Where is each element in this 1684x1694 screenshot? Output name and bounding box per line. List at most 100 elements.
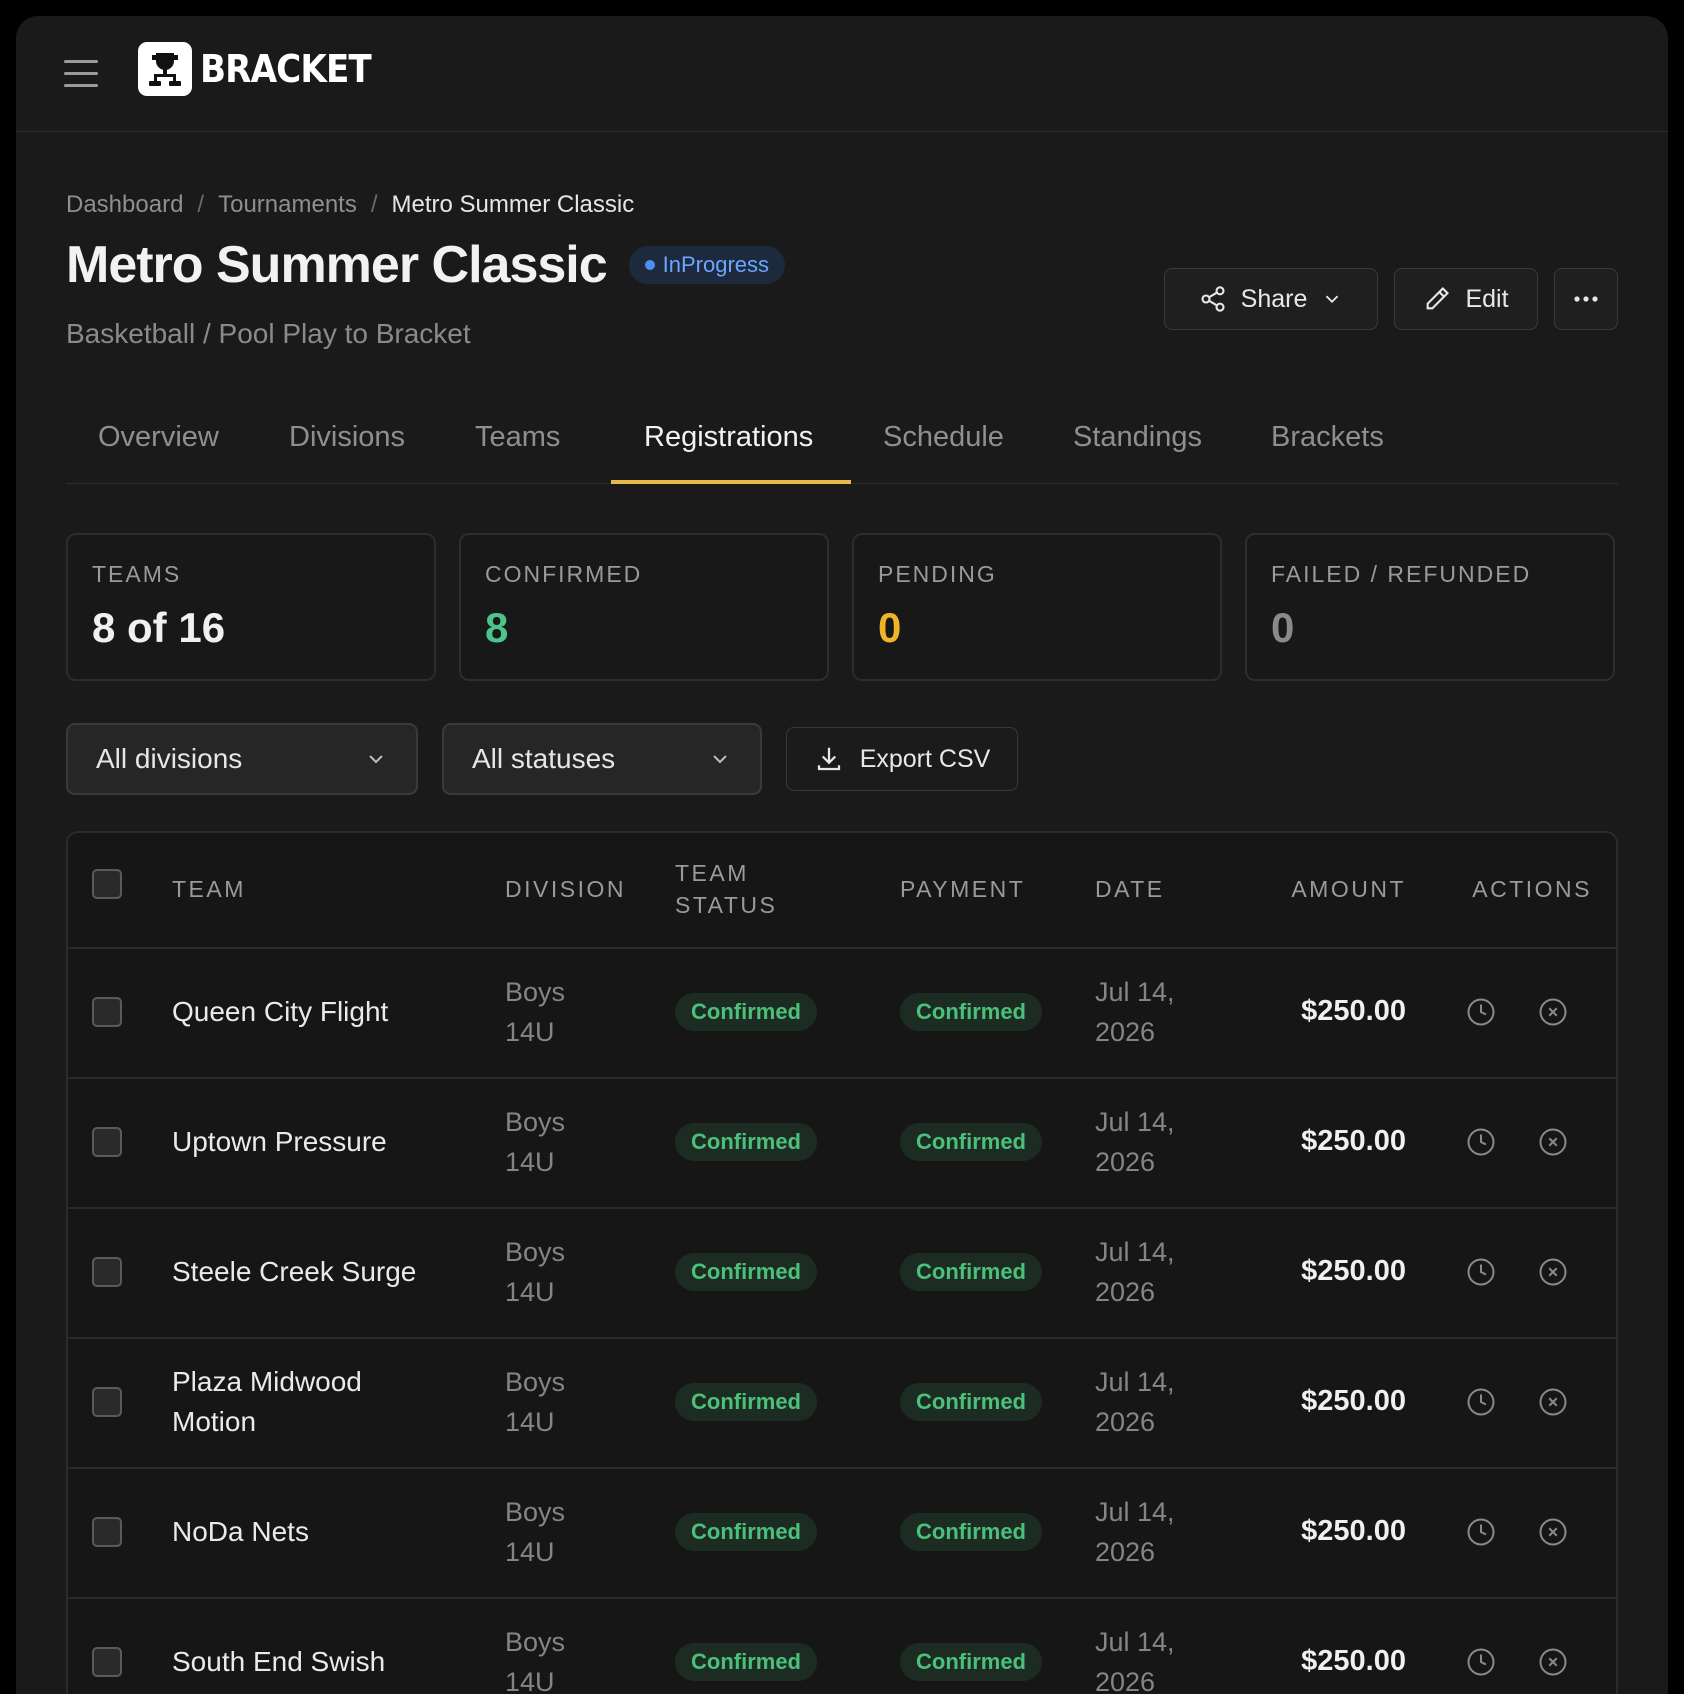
division-select[interactable]: All divisions — [66, 723, 418, 795]
team-name: Uptown Pressure — [172, 1122, 387, 1162]
share-button-label: Share — [1240, 284, 1308, 313]
x-circle-icon[interactable] — [1538, 1517, 1568, 1547]
stat-label: CONFIRMED — [485, 561, 643, 587]
tab-bar: Overview Divisions Teams Registrations S… — [66, 389, 1618, 484]
hamburger-icon[interactable] — [64, 60, 98, 90]
registration-date-line: 2026 — [1095, 1147, 1156, 1177]
x-circle-icon[interactable] — [1538, 997, 1568, 1027]
ellipsis-icon — [1574, 296, 1598, 302]
division-line: Boys — [505, 977, 566, 1007]
table-header: TEAM DIVISION TEAM STATUS PAYMENT DATE A… — [68, 833, 1616, 949]
registration-date: Jul 14, 2026 — [1095, 1362, 1175, 1442]
row-checkbox[interactable] — [92, 1647, 122, 1677]
top-bar: BRACKET — [16, 16, 1668, 132]
clock-icon[interactable] — [1466, 1387, 1496, 1417]
x-circle-icon[interactable] — [1538, 1647, 1568, 1677]
export-csv-button[interactable]: Export CSV — [786, 727, 1018, 791]
amount: $250.00 — [1301, 1515, 1406, 1547]
team-name-line: Queen City Flight — [172, 996, 389, 1027]
status-dot-icon — [644, 260, 655, 270]
breadcrumb-tournaments[interactable]: Tournaments — [218, 191, 357, 219]
team-name-line: Steele Creek Surge — [172, 1256, 417, 1287]
column-header-date[interactable]: DATE — [1095, 873, 1165, 905]
stat-label: TEAMS — [92, 561, 182, 587]
pencil-icon — [1427, 287, 1450, 310]
tab-overview[interactable]: Overview — [98, 421, 219, 454]
table-row: NoDa Nets Boys 14U Confirmed Confirmed Jul 14… — [68, 1467, 1616, 1599]
stat-label: FAILED / REFUNDED — [1271, 561, 1532, 587]
table-row: Plaza Midwood Motion Boys 14U Confirmed Confi… — [68, 1337, 1616, 1469]
column-header-team-status-line1: TEAM — [675, 860, 749, 886]
team-status-badge: Confirmed — [675, 1123, 817, 1161]
filter-bar: All divisions All statuses Export CSV — [66, 723, 1018, 795]
clock-icon[interactable] — [1466, 1647, 1496, 1677]
select-all-checkbox[interactable] — [92, 869, 122, 899]
division: Boys 14U — [505, 972, 565, 1052]
table-row: Queen City Flight Boys 14U Confirmed Confirm… — [68, 947, 1616, 1079]
row-checkbox[interactable] — [92, 1517, 122, 1547]
division-line: Boys — [505, 1367, 566, 1397]
tab-registrations[interactable]: Registrations — [644, 421, 813, 454]
column-header-team-status-line2: STATUS — [675, 892, 778, 918]
status-badge-label: InProgress — [662, 252, 770, 277]
stat-label: PENDING — [878, 561, 997, 587]
tab-schedule[interactable]: Schedule — [883, 421, 1004, 454]
brand-logo[interactable]: BRACKET — [138, 42, 390, 96]
clock-icon[interactable] — [1466, 1517, 1496, 1547]
tab-standings[interactable]: Standings — [1073, 421, 1202, 454]
status-select[interactable]: All statuses — [442, 723, 762, 795]
stat-value: 8 — [485, 604, 509, 651]
column-header-amount[interactable]: AMOUNT — [1291, 873, 1406, 905]
registration-date-line: Jul 14, — [1095, 1107, 1175, 1137]
division-line: 14U — [505, 1147, 555, 1177]
division-line: Boys — [505, 1627, 566, 1657]
clock-icon[interactable] — [1466, 1257, 1496, 1287]
x-circle-icon[interactable] — [1538, 1127, 1568, 1157]
team-status-badge: Confirmed — [675, 1643, 817, 1681]
x-circle-icon[interactable] — [1538, 1387, 1568, 1417]
division-line: 14U — [505, 1277, 555, 1307]
breadcrumb-dashboard[interactable]: Dashboard — [66, 191, 183, 219]
share-icon — [1201, 286, 1225, 312]
more-options-button[interactable] — [1554, 268, 1618, 330]
table-row: Uptown Pressure Boys 14U Confirmed Confirmed… — [68, 1077, 1616, 1209]
edit-button[interactable]: Edit — [1394, 268, 1538, 330]
tab-brackets[interactable]: Brackets — [1271, 421, 1384, 454]
division-line: 14U — [505, 1537, 555, 1567]
row-checkbox[interactable] — [92, 1257, 122, 1287]
team-name: Steele Creek Surge — [172, 1252, 416, 1292]
registration-date-line: 2026 — [1095, 1277, 1156, 1307]
column-header-actions: ACTIONS — [1472, 876, 1592, 902]
division-line: Boys — [505, 1107, 566, 1137]
status-select-value: All statuses — [472, 743, 616, 774]
tab-teams[interactable]: Teams — [475, 421, 560, 454]
x-circle-icon[interactable] — [1538, 1257, 1568, 1287]
stat-value: 0 — [1271, 604, 1295, 651]
clock-icon[interactable] — [1466, 997, 1496, 1027]
column-header-team[interactable]: TEAM — [172, 873, 246, 905]
stat-value: 0 — [878, 604, 902, 651]
column-header-team-status[interactable]: TEAM STATUS — [675, 857, 777, 921]
team-status-badge: Confirmed — [675, 1513, 817, 1551]
tab-divisions[interactable]: Divisions — [289, 421, 405, 454]
registration-date: Jul 14, 2026 — [1095, 1492, 1175, 1572]
team-name-line: Plaza Midwood — [172, 1366, 362, 1397]
column-header-payment[interactable]: PAYMENT — [900, 873, 1025, 905]
share-button[interactable]: Share — [1164, 268, 1378, 330]
trophy-bracket-icon — [138, 42, 192, 96]
status-badge: InProgress — [628, 246, 786, 284]
clock-icon[interactable] — [1466, 1127, 1496, 1157]
payment-status-badge: Confirmed — [900, 1253, 1042, 1291]
column-header-division[interactable]: DIVISION — [505, 873, 626, 905]
team-status-badge: Confirmed — [675, 993, 817, 1031]
division-line: Boys — [505, 1497, 566, 1527]
division-line: 14U — [505, 1407, 555, 1437]
app-window: BRACKET Dashboard / Tournaments / Metro … — [16, 16, 1668, 1694]
registration-date: Jul 14, 2026 — [1095, 972, 1175, 1052]
amount: $250.00 — [1301, 1125, 1406, 1157]
payment-status-badge: Confirmed — [900, 1513, 1042, 1551]
amount: $250.00 — [1301, 1385, 1406, 1417]
row-checkbox[interactable] — [92, 997, 122, 1027]
row-checkbox[interactable] — [92, 1387, 122, 1417]
row-checkbox[interactable] — [92, 1127, 122, 1157]
